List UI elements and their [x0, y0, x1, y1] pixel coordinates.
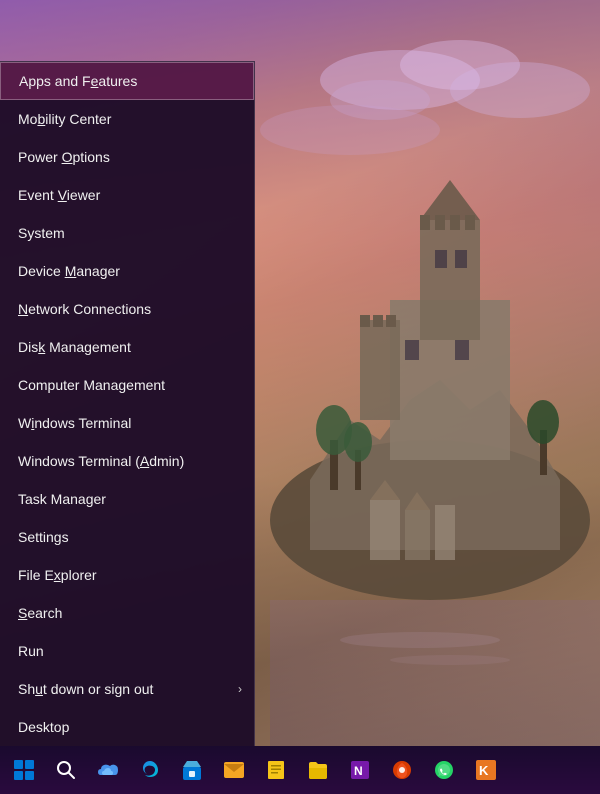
menu-item-event-viewer[interactable]: Event Viewer [0, 176, 254, 214]
context-menu: Apps and Features Mobility Center Power … [0, 61, 255, 746]
menu-item-task-manager[interactable]: Task Manager [0, 480, 254, 518]
search-taskbar-button[interactable] [46, 746, 86, 794]
onenote-taskbar-button[interactable]: N [340, 746, 380, 794]
menu-item-device-manager[interactable]: Device Manager [0, 252, 254, 290]
menu-item-power-options[interactable]: Power Options [0, 138, 254, 176]
explorer-taskbar-button[interactable] [298, 746, 338, 794]
menu-item-apps-features[interactable]: Apps and Features [0, 62, 254, 100]
menu-item-windows-terminal-admin[interactable]: Windows Terminal (Admin) [0, 442, 254, 480]
notepad-taskbar-button[interactable] [256, 746, 296, 794]
menu-item-shut-down[interactable]: Shut down or sign out › [0, 670, 254, 708]
karate-taskbar-button[interactable]: K [466, 746, 506, 794]
menu-item-file-explorer[interactable]: File Explorer [0, 556, 254, 594]
menu-item-windows-terminal[interactable]: Windows Terminal [0, 404, 254, 442]
menu-item-disk-management[interactable]: Disk Management [0, 328, 254, 366]
menu-item-computer-management[interactable]: Computer Management [0, 366, 254, 404]
whatsapp-taskbar-button[interactable] [424, 746, 464, 794]
start-button[interactable] [4, 746, 44, 794]
menu-item-desktop[interactable]: Desktop [0, 708, 254, 746]
store-taskbar-button[interactable] [172, 746, 212, 794]
edge-taskbar-button[interactable] [130, 746, 170, 794]
submenu-arrow-icon: › [238, 682, 242, 696]
menu-item-mobility-center[interactable]: Mobility Center [0, 100, 254, 138]
svg-text:K: K [479, 763, 489, 778]
menu-item-settings[interactable]: Settings [0, 518, 254, 556]
menu-item-network-connections[interactable]: Network Connections [0, 290, 254, 328]
onedrive-taskbar-button[interactable] [88, 746, 128, 794]
office-taskbar-button[interactable] [382, 746, 422, 794]
menu-item-search[interactable]: Search [0, 594, 254, 632]
mail-taskbar-button[interactable] [214, 746, 254, 794]
menu-item-system[interactable]: System [0, 214, 254, 252]
svg-text:N: N [354, 764, 363, 778]
taskbar: N K [0, 746, 600, 794]
menu-item-run[interactable]: Run [0, 632, 254, 670]
